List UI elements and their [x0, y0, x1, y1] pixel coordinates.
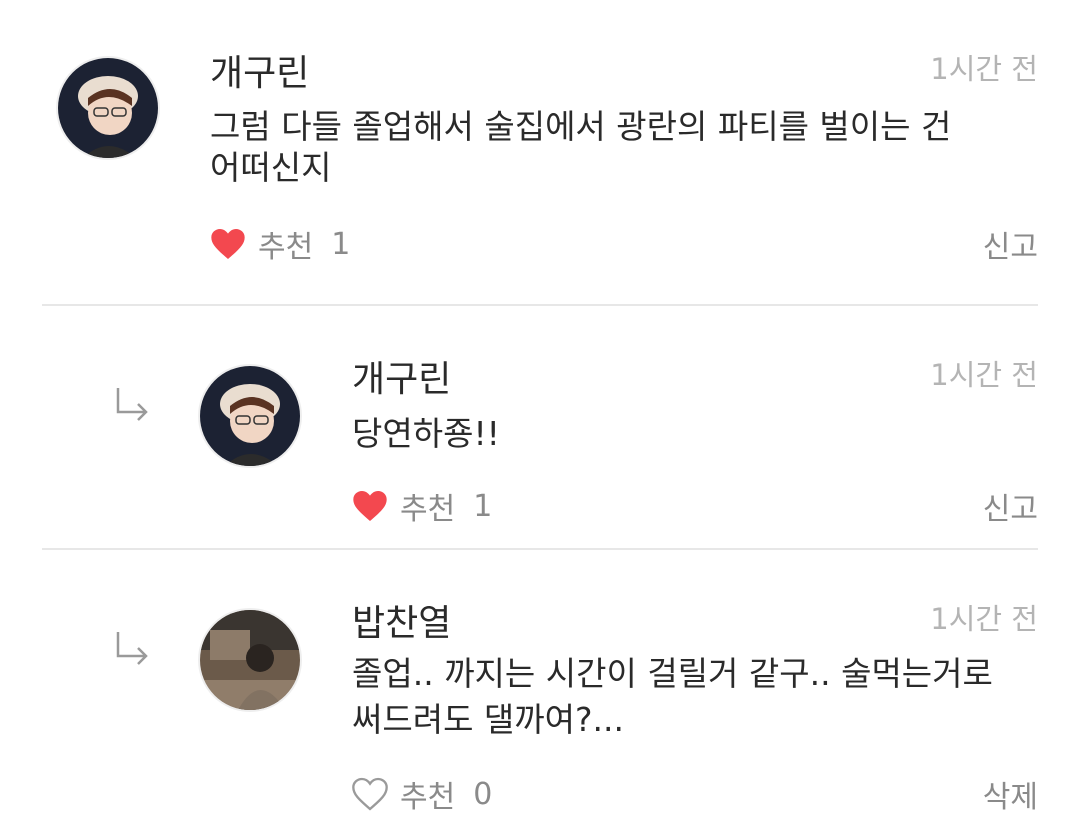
like-label: 추천 [400, 780, 456, 815]
comment-timestamp: 1시간 전 [930, 52, 1038, 86]
like-count: 1 [473, 488, 493, 524]
like-count: 0 [473, 776, 493, 812]
avatar-image [58, 58, 158, 158]
like-count: 1 [331, 226, 351, 262]
reply-comment-item: 밥찬열 1시간 전 졸업.. 까지는 시간이 걸릴거 같구.. 술먹는거로 써드… [0, 550, 1080, 828]
avatar-image [200, 366, 300, 466]
like-button[interactable]: 추천 1 [208, 222, 350, 266]
heart-outline-icon [352, 777, 388, 811]
comment-username[interactable]: 밥찬열 [352, 594, 451, 646]
comment-text-line2: 어떠신지 [210, 148, 332, 187]
avatar[interactable] [56, 56, 160, 160]
delete-button[interactable]: 삭제 [983, 772, 1038, 816]
comment-item: 개구린 1시간 전 그럼 다들 졸업해서 술집에서 광란의 파티를 벌이는 건 … [0, 0, 1080, 306]
like-button[interactable]: 추천 0 [350, 772, 492, 816]
reply-arrow-icon [116, 388, 148, 421]
report-button[interactable]: 신고 [983, 222, 1038, 266]
avatar-image [200, 610, 300, 710]
heart-filled-icon [211, 229, 245, 259]
reply-comment-item: 개구린 1시간 전 당연하죵!! 추천 1 신고 [0, 306, 1080, 550]
comment-text-line1: 당연하죵!! [352, 414, 500, 453]
comment-username[interactable]: 개구린 [210, 44, 309, 96]
report-button[interactable]: 신고 [983, 484, 1038, 528]
comment-timestamp: 1시간 전 [930, 358, 1038, 392]
comment-timestamp: 1시간 전 [930, 602, 1038, 636]
heart-filled-icon [353, 491, 387, 521]
like-label: 추천 [400, 492, 456, 527]
like-label: 추천 [258, 230, 314, 265]
comment-text-line1: 졸업.. 까지는 시간이 걸릴거 같구.. 술먹는거로 [352, 654, 993, 693]
comment-text-line2: 써드려도 댈까여?... [352, 700, 624, 739]
reply-arrow-icon [116, 632, 148, 665]
avatar[interactable] [198, 608, 302, 712]
comment-username[interactable]: 개구린 [352, 350, 451, 402]
like-button[interactable]: 추천 1 [350, 484, 492, 528]
avatar[interactable] [198, 364, 302, 468]
